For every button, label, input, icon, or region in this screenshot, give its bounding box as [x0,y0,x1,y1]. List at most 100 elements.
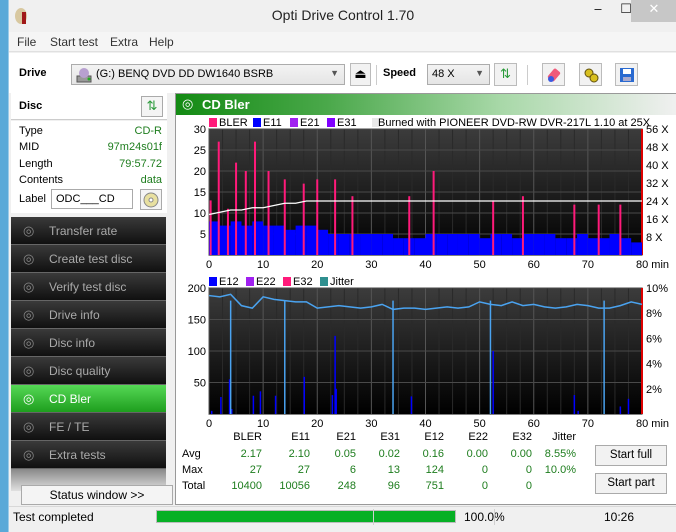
legend-swatch [283,277,291,286]
stats-cell: 27 [297,464,310,476]
e11-bar [501,234,513,255]
disc-length-value: 79:57.72 [119,158,162,170]
drive-label: Drive [19,67,47,79]
disc-gear-icon: ◎ [23,251,35,266]
speed-select[interactable]: 48 X ▼ [427,64,490,85]
y-tick-label: 15 [194,187,206,199]
disc-type-value: CD-R [134,125,163,137]
start-full-button[interactable]: Start full [595,445,667,466]
y-tick-label: 10 [194,208,206,220]
nav-label: Disc quality [49,364,111,378]
y-tick-label: 150 [188,315,206,327]
stats-cell: 96 [387,480,400,492]
e11-bar [425,234,437,255]
e11-bar [382,234,394,255]
x-tick-label: 80 min [636,259,669,271]
disc-label-input[interactable] [51,189,133,209]
stats-cell: 0 [481,480,488,492]
nav-transfer-rate[interactable]: ◎ Transfer rate [11,217,166,245]
nav-label: CD Bler [49,392,92,406]
save-button[interactable] [615,63,638,86]
disc-refresh-button[interactable]: ⇅ [141,96,163,117]
y-tick-label: 30 [194,124,206,136]
status-bar: Test completed 100.0% 10:26 [9,506,676,526]
minimize-button[interactable]: ‒ [584,0,612,22]
disc-mid-value: 97m24s01f [107,141,162,153]
settings-icon [584,68,598,83]
stats-header-jitter: Jitter [552,431,576,443]
elapsed-time: 10:26 [604,510,635,524]
menu-file[interactable]: File [17,35,36,49]
e11-bar [317,229,329,255]
e11-bar [360,234,372,255]
menu-extra[interactable]: Extra [110,35,138,49]
stats-cell: 0.05 [334,448,356,460]
x-tick-label: 30 [365,259,377,271]
refresh-speed-button[interactable]: ⇅ [494,63,517,86]
nav-create-test-disc[interactable]: ◎ Create test disc [11,245,166,273]
e11-bar [436,234,448,255]
x-tick-label: 50 [474,259,486,271]
e11-bar [338,234,350,255]
nav-fe-te[interactable]: ◎ FE / TE [11,413,166,441]
close-button[interactable]: ✕ [631,0,676,22]
e11-bar [457,234,469,255]
nav-label: Verify test disc [49,280,127,294]
legend-label: E31 [337,117,357,129]
refresh-icon: ⇅ [146,99,158,114]
stats-cell: 10056 [279,480,310,492]
e11-bar [631,242,642,255]
toolbar: Drive (G:) BENQ DVD DD DW1640 BSRB ▼ ⏏ S… [9,53,676,93]
disc-gear-icon: ◎ [23,419,35,434]
disc-gear-icon: ◎ [23,223,35,238]
x-tick-label: 60 [528,259,540,271]
progress-label: 100.0% [464,510,505,524]
chevron-down-icon: ▼ [475,68,484,78]
e11-bar [512,238,523,255]
stats-row-label: Max [182,464,203,476]
nav-cd-bler[interactable]: ◎ CD Bler [11,385,166,413]
nav-disc-quality[interactable]: ◎ Disc quality [11,357,166,385]
e11-bar [393,238,404,255]
menu-start-test[interactable]: Start test [50,35,98,49]
disc-gear-icon: ◎ [182,97,194,112]
e11-bar [468,234,480,255]
e11-bar [620,238,632,255]
nav-disc-info[interactable]: ◎ Disc info [11,329,166,357]
start-part-button[interactable]: Start part [595,473,667,494]
e11-bar [349,234,361,255]
e11-bar [479,238,491,255]
settings-button[interactable] [579,63,602,86]
legend-swatch [209,277,217,286]
e11-bar [306,225,318,255]
disc-gear-icon: ◎ [23,363,35,378]
legend-swatch [209,118,217,127]
stats-cell: 0 [481,464,488,476]
disc-contents-value: data [140,174,162,186]
e11-bar [328,234,339,255]
status-window-button[interactable]: Status window >> [21,485,173,505]
disc-label-button[interactable] [140,189,162,210]
drive-select[interactable]: (G:) BENQ DVD DD DW1640 BSRB ▼ [71,64,345,85]
stats-cell: 0 [525,480,532,492]
toolbar-divider [527,65,528,85]
bler-charts: 510152025308 X16 X24 X32 X40 X48 X56 X0 1… [188,117,670,430]
nav-label: FE / TE [49,420,90,434]
e11-bar [598,238,610,255]
menu-help[interactable]: Help [149,35,174,49]
erase-button[interactable] [542,63,565,86]
nav-drive-info[interactable]: ◎ Drive info [11,301,166,329]
e11-bar [533,234,545,255]
disc-length-row: Length 79:57.72 [19,158,162,174]
eject-button[interactable]: ⏏ [350,63,371,86]
y-tick-label: 50 [194,378,206,390]
y2-tick-label: 40 X [646,160,669,172]
nav-verify-test-disc[interactable]: ◎ Verify test disc [11,273,166,301]
save-icon [619,68,634,82]
e11-bar [252,221,264,255]
y2-tick-label: 8% [646,308,662,320]
nav-extra-tests[interactable]: ◎ Extra tests [11,441,166,469]
y-tick-label: 5 [200,229,206,241]
e11-bar [609,234,621,255]
stats-cell: 0.00 [466,448,488,460]
